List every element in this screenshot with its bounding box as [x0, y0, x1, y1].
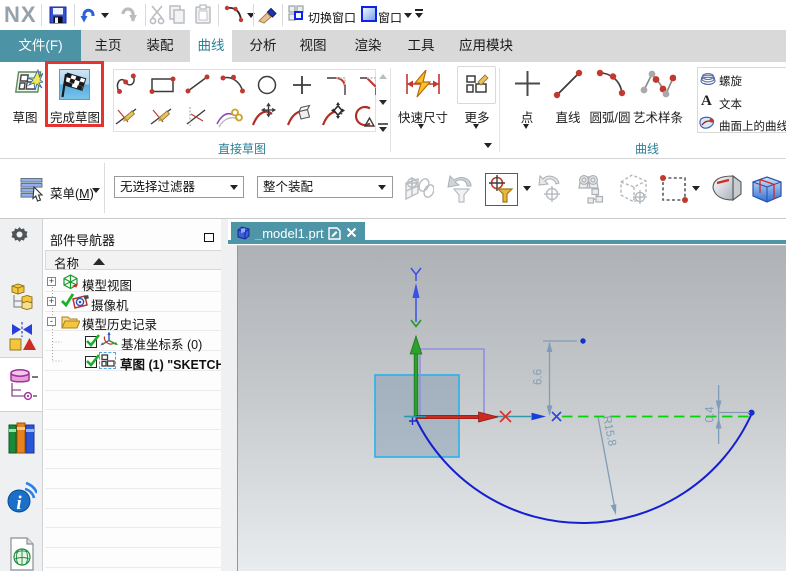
- svg-text:6.6: 6.6: [533, 369, 545, 385]
- svg-text:0.4: 0.4: [705, 406, 717, 423]
- svg-text:i: i: [16, 493, 22, 514]
